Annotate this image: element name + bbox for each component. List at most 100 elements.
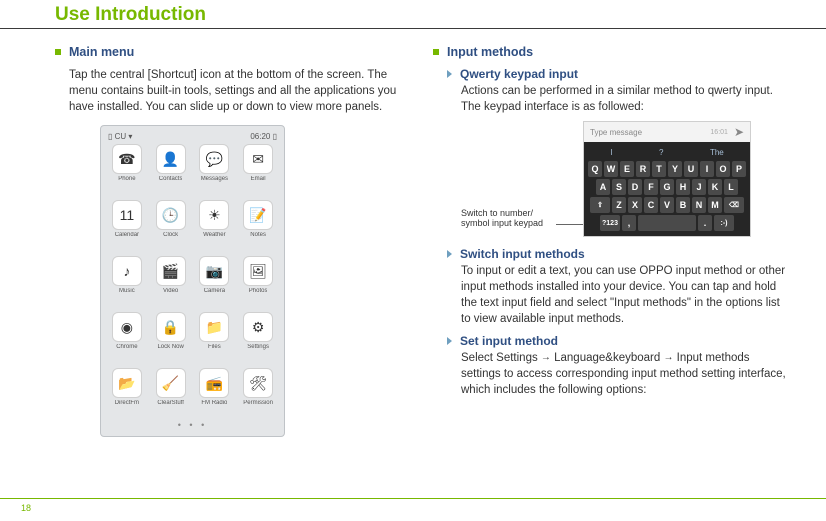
app-icon: 🛠 <box>243 368 273 398</box>
app-label: Calendar <box>115 232 139 238</box>
key-c: C <box>644 197 658 213</box>
key-s: S <box>612 179 626 195</box>
switch-subheading-text: Switch input methods <box>460 247 585 261</box>
app-cell: ♪ Music <box>106 256 148 308</box>
page: Use Introduction Main menu Tap the centr… <box>0 0 826 521</box>
qwerty-subheading: Qwerty keypad input <box>447 67 788 81</box>
input-methods-heading: Input methods <box>433 45 788 59</box>
app-cell: ⚙Settings <box>237 312 279 364</box>
app-icon: 📝 <box>243 200 273 230</box>
key-i: I <box>700 161 714 177</box>
key-p: P <box>732 161 746 177</box>
keyboard-figure: Switch to number/ symbol input keypad Ty… <box>461 121 788 237</box>
key-emoji: :-) <box>714 215 734 231</box>
key-o: O <box>716 161 730 177</box>
app-cell: 📁Files <box>194 312 236 364</box>
app-label: Weather <box>203 232 226 238</box>
app-cell: 📝Notes <box>237 200 279 252</box>
phone-status-right: 06:20 ▯ <box>250 132 277 141</box>
app-cell: 👤Contacts <box>150 144 192 196</box>
arrow-icon: → <box>541 351 551 365</box>
key-y: Y <box>668 161 682 177</box>
key-numsym: ?123 <box>600 215 620 231</box>
phone-status-bar: ▯ CU ▾ 06:20 ▯ <box>106 130 279 142</box>
keyboard-dark-area: I?The QWERTYUIOP ASDFGHJKL ⇧ZXCVBNM⌫ ?12… <box>584 142 750 236</box>
key-r: R <box>636 161 650 177</box>
app-icon: 🕒 <box>156 200 186 230</box>
key-a: A <box>596 179 610 195</box>
phone-figure: ▯ CU ▾ 06:20 ▯ ☎Phone👤Contacts💬 Messages ✉… <box>100 125 405 437</box>
triangle-bullet-icon <box>447 70 452 78</box>
qwerty-body: Actions can be performed in a similar me… <box>461 83 788 115</box>
app-label: Messages <box>201 176 228 182</box>
app-label: FM Radio <box>201 400 227 406</box>
key-v: V <box>660 197 674 213</box>
key-q: Q <box>588 161 602 177</box>
keyboard-status-time: 16:01 <box>710 129 734 136</box>
app-cell: 11 Calendar <box>106 200 148 252</box>
keyboard-suggestion: I <box>610 148 612 157</box>
key-e: E <box>620 161 634 177</box>
app-icon: ☎ <box>112 144 142 174</box>
key-b: B <box>676 197 690 213</box>
arrow-icon: → <box>663 351 673 365</box>
app-label: DirectFm <box>115 400 139 406</box>
key-l: L <box>724 179 738 195</box>
app-label: Photos <box>249 288 268 294</box>
square-bullet-icon <box>55 49 61 55</box>
app-cell: ✉Email <box>237 144 279 196</box>
app-icon: 🖼 <box>243 256 273 286</box>
square-bullet-icon <box>433 49 439 55</box>
footer-rule <box>0 498 826 499</box>
app-icon: 11 <box>112 200 142 230</box>
switch-subheading: Switch input methods <box>447 247 788 261</box>
key-f: F <box>644 179 658 195</box>
app-cell: 💬 Messages <box>194 144 236 196</box>
app-cell: 🖼 Photos <box>237 256 279 308</box>
keyboard-caption: Switch to number/ symbol input keypad <box>461 208 556 238</box>
keyboard-row-3: ⇧ZXCVBNM⌫ <box>587 197 747 213</box>
right-column: Input methods Qwerty keypad input Action… <box>433 45 788 437</box>
title-row: Use Introduction <box>55 0 796 26</box>
key-space <box>638 215 696 231</box>
app-label: Video <box>163 288 178 294</box>
key-t: T <box>652 161 666 177</box>
key-g: G <box>660 179 674 195</box>
triangle-bullet-icon <box>447 337 452 345</box>
app-cell: ☎Phone <box>106 144 148 196</box>
app-label: Camera <box>204 288 225 294</box>
app-cell: 🕒 Clock <box>150 200 192 252</box>
keyboard-row-1: QWERTYUIOP <box>587 161 747 177</box>
key-u: U <box>684 161 698 177</box>
app-icon: ◉ <box>112 312 142 342</box>
app-label: Files <box>208 344 221 350</box>
title-rule <box>0 28 826 29</box>
main-menu-heading-text: Main menu <box>69 45 134 59</box>
app-icon: 💬 <box>199 144 229 174</box>
app-icon: ✉ <box>243 144 273 174</box>
app-icon: ♪ <box>112 256 142 286</box>
app-label: Chrome <box>116 344 137 350</box>
app-label: Settings <box>247 344 269 350</box>
app-cell: 🧹ClearStuff <box>150 368 192 420</box>
app-label: Clock <box>163 232 178 238</box>
send-icon: ➤ <box>734 125 744 139</box>
app-cell: 🛠Permission <box>237 368 279 420</box>
page-number: 18 <box>21 503 31 513</box>
set-body-mid: Language&keyboard <box>554 352 663 364</box>
phone-shell: ▯ CU ▾ 06:20 ▯ ☎Phone👤Contacts💬 Messages ✉… <box>100 125 285 437</box>
caption-leader-line <box>556 224 583 225</box>
key-w: W <box>604 161 618 177</box>
phone-app-grid: ☎Phone👤Contacts💬 Messages ✉Email 11 Calendar… <box>106 142 279 420</box>
keyboard-suggestion-row: I?The <box>587 146 747 161</box>
app-cell: 🔒Lock Now <box>150 312 192 364</box>
app-cell: 📻 FM Radio <box>194 368 236 420</box>
app-label: Music <box>119 288 135 294</box>
key-backspace: ⌫ <box>724 197 744 213</box>
key-z: Z <box>612 197 626 213</box>
app-cell: 📂 DirectFm <box>106 368 148 420</box>
app-icon: 📂 <box>112 368 142 398</box>
main-menu-body: Tap the central [Shortcut] icon at the b… <box>69 67 405 115</box>
app-icon: 📻 <box>199 368 229 398</box>
keyboard-input-row: Type message 16:01 ➤ <box>584 122 750 142</box>
